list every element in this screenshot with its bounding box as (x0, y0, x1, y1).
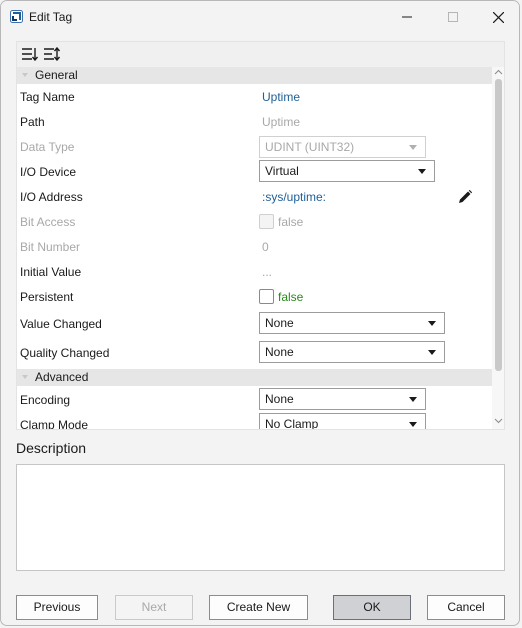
encoding-select[interactable]: None (259, 388, 426, 410)
tag-name-value[interactable]: Uptime (262, 90, 300, 104)
bit-access-label: Bit Access (20, 215, 76, 229)
initial-value-value[interactable]: ... (262, 265, 272, 279)
bit-access-checkbox (259, 214, 274, 229)
create-new-button[interactable]: Create New (209, 595, 308, 620)
io-device-select[interactable]: Virtual (259, 160, 435, 182)
cancel-button[interactable]: Cancel (427, 595, 505, 620)
row-io-address: I/O Address :sys/uptime: (17, 185, 492, 210)
chevron-down-icon (409, 145, 417, 150)
category-label: General (35, 68, 78, 82)
quality-changed-value: None (265, 345, 294, 359)
category-label: Advanced (35, 370, 89, 384)
scrollbar-thumb[interactable] (495, 79, 502, 371)
persistent-value: false (278, 290, 304, 304)
next-button: Next (115, 595, 193, 620)
app-logo-icon (10, 10, 23, 23)
minimize-icon (402, 16, 412, 18)
minimize-button[interactable] (384, 1, 430, 33)
title-bar[interactable]: Edit Tag (1, 1, 519, 33)
collapse-arrow-icon[interactable] (21, 71, 29, 79)
tag-name-label: Tag Name (20, 90, 75, 104)
property-grid-toolbar (17, 42, 504, 67)
category-advanced[interactable]: Advanced (17, 369, 492, 386)
clamp-mode-label: Clamp Mode (20, 418, 89, 430)
row-persistent: Persistent false (17, 285, 492, 310)
encoding-value: None (265, 392, 294, 406)
close-icon (492, 11, 504, 23)
clamp-mode-value: No Clamp (265, 417, 319, 430)
sort-categorized-icon (22, 48, 38, 61)
edit-tag-dialog: Edit Tag General Tag Name Uptime Path Up… (0, 0, 520, 626)
row-clamp-mode: Clamp Mode No Clamp (17, 413, 492, 430)
row-bit-number: Bit Number 0 (17, 235, 492, 260)
quality-changed-label: Quality Changed (20, 346, 110, 360)
description-textarea[interactable] (16, 464, 505, 571)
chevron-down-icon (409, 422, 417, 427)
row-bit-access: Bit Access false (17, 210, 492, 235)
previous-button[interactable]: Previous (16, 595, 98, 620)
category-general[interactable]: General (17, 67, 492, 84)
row-data-type: Data Type UDINT (UINT32) (17, 135, 492, 160)
scroll-up-icon[interactable] (494, 69, 503, 75)
io-address-value[interactable]: :sys/uptime: (262, 190, 326, 204)
row-quality-changed: Quality Changed None (17, 341, 492, 366)
chevron-down-icon (428, 321, 436, 326)
value-changed-label: Value Changed (20, 317, 102, 331)
row-initial-value: Initial Value ... (17, 260, 492, 285)
description-label: Description (16, 440, 87, 456)
sort-alphabetical-button[interactable] (42, 45, 62, 63)
vertical-scrollbar[interactable] (492, 67, 504, 429)
chevron-down-icon (418, 169, 426, 174)
value-changed-value: None (265, 316, 294, 330)
persistent-label: Persistent (20, 290, 74, 304)
path-value: Uptime (262, 115, 301, 129)
encoding-label: Encoding (20, 393, 71, 407)
ok-button[interactable]: OK (333, 595, 411, 620)
maximize-button[interactable] (430, 1, 476, 33)
value-changed-select[interactable]: None (259, 312, 445, 334)
data-type-select: UDINT (UINT32) (259, 136, 426, 158)
io-address-label: I/O Address (20, 190, 83, 204)
edit-pencil-icon[interactable] (457, 189, 473, 205)
data-type-label: Data Type (20, 140, 75, 154)
sort-categorized-button[interactable] (20, 45, 40, 63)
close-button[interactable] (475, 1, 519, 33)
scroll-down-icon[interactable] (494, 418, 503, 424)
quality-changed-select[interactable]: None (259, 341, 445, 363)
window-title: Edit Tag (29, 10, 73, 24)
bit-number-value: 0 (262, 240, 269, 254)
bit-access-value: false (278, 215, 304, 229)
row-encoding: Encoding None (17, 388, 492, 413)
row-path: Path Uptime (17, 110, 492, 135)
data-type-value: UDINT (UINT32) (265, 140, 355, 154)
maximize-icon (448, 12, 458, 22)
property-grid: General Tag Name Uptime Path Uptime Data… (16, 41, 505, 430)
chevron-down-icon (428, 350, 436, 355)
row-tag-name: Tag Name Uptime (17, 85, 492, 110)
bit-number-label: Bit Number (20, 240, 81, 254)
initial-value-label: Initial Value (20, 265, 82, 279)
collapse-arrow-icon[interactable] (21, 373, 29, 381)
row-value-changed: Value Changed None (17, 312, 492, 337)
clamp-mode-select[interactable]: No Clamp (259, 413, 426, 430)
io-device-value: Virtual (265, 164, 299, 178)
path-label: Path (20, 115, 45, 129)
persistent-checkbox[interactable] (259, 289, 274, 304)
io-device-label: I/O Device (20, 165, 77, 179)
row-io-device: I/O Device Virtual (17, 160, 492, 185)
sort-alphabetical-icon (44, 47, 60, 61)
chevron-down-icon (409, 397, 417, 402)
